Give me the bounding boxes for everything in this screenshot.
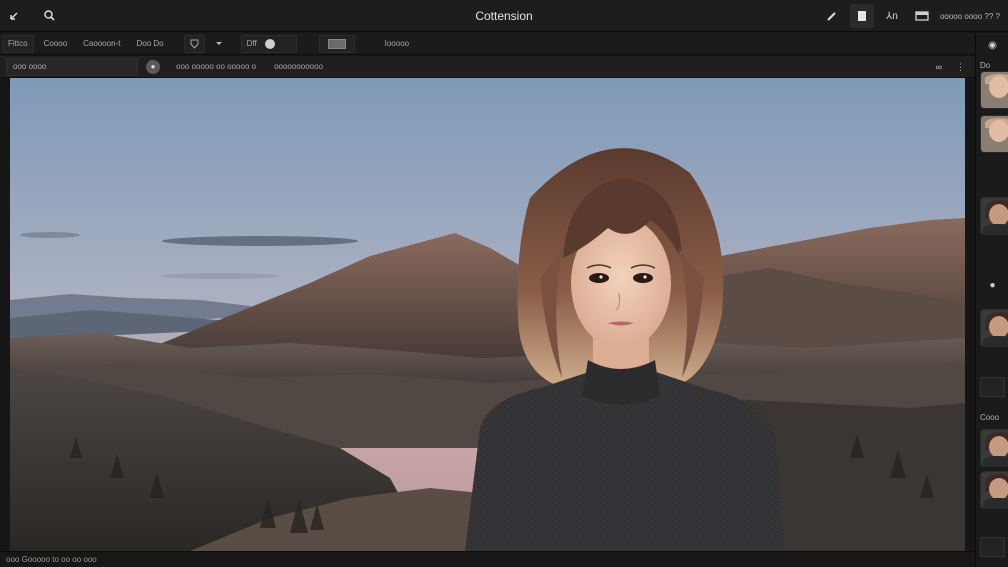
- thumbnail-5[interactable]: [980, 429, 1008, 467]
- viewer-actions: ∞ ⋮: [936, 56, 965, 78]
- toggle-dot-icon[interactable]: [264, 38, 275, 49]
- title-bar: Cottension ⅄n ooooo oooo ?? ?: [0, 0, 1008, 32]
- toolbar-item-4: Dff: [246, 39, 257, 48]
- photo-editor-window: Cottension ⅄n ooooo oooo ?? ? Fittco Coo…: [0, 0, 1008, 567]
- panel-icon[interactable]: [910, 4, 934, 28]
- thumbnail-2[interactable]: [980, 115, 1008, 153]
- toolbar-item-2[interactable]: Caoooon-t: [77, 35, 126, 53]
- thumb-body: [983, 224, 1008, 234]
- toolbar-item-3[interactable]: Doo Do: [131, 35, 170, 53]
- more-icon[interactable]: ⋮: [956, 62, 965, 73]
- slot-icon[interactable]: [980, 377, 1005, 397]
- strip-label-top: Do: [980, 61, 991, 70]
- thumbnail-1[interactable]: [980, 71, 1008, 109]
- thumb-body: [983, 456, 1008, 466]
- slot-icon-bottom[interactable]: [980, 537, 1005, 557]
- thumb-face: [989, 478, 1008, 500]
- image-info: ooo ooooo oo ooooo o: [176, 62, 257, 71]
- thumb-body: [983, 498, 1008, 508]
- dot-icon[interactable]: ●: [980, 275, 1005, 295]
- color-swatch[interactable]: [318, 34, 355, 53]
- photo-artwork: [10, 78, 965, 551]
- title-bar-actions: ⅄n ooooo oooo ?? ?: [820, 0, 1000, 32]
- link-icon[interactable]: ∞: [936, 62, 942, 72]
- thumb-face: [989, 120, 1008, 142]
- status-text: ooo Gooooo to oo oo ooo: [6, 555, 97, 564]
- image-canvas[interactable]: [10, 78, 965, 551]
- viewer-header: ooo oooo ● ooo ooooo oo ooooo o oooooooo…: [0, 56, 975, 78]
- collapse-icon[interactable]: ◉: [980, 35, 1005, 55]
- document-tab[interactable]: ooo oooo: [6, 57, 138, 76]
- toolbar-item-0[interactable]: Fittco: [2, 34, 34, 53]
- thumb-face: [989, 316, 1008, 338]
- back-arrow-icon[interactable]: [0, 1, 30, 31]
- toolbar-item-1[interactable]: Coooo: [38, 35, 74, 53]
- thumb-face: [989, 204, 1008, 226]
- search-icon[interactable]: [34, 1, 64, 31]
- strip-label-mid: Cooo: [980, 413, 1000, 422]
- image-info-secondary: ooooooooooo: [274, 62, 324, 71]
- tool-options-bar: Fittco Coooo Caoooon-t Doo Do Dff Iooooo: [0, 33, 975, 55]
- swatch-icon: [327, 38, 346, 49]
- shield-icon[interactable]: [183, 34, 205, 53]
- thumbnail-6[interactable]: [980, 471, 1008, 509]
- thumbnail-4[interactable]: [980, 309, 1008, 347]
- workspace-label[interactable]: ooooo oooo ?? ?: [940, 12, 1000, 21]
- thumbnail-3[interactable]: [980, 197, 1008, 235]
- thumb-body: [983, 336, 1008, 346]
- right-panel-strip: ◉ Do ● Cooo: [975, 33, 1008, 567]
- thumb-face: [989, 436, 1008, 458]
- toolbar-item-4-group[interactable]: Dff: [240, 34, 297, 53]
- zoom-label[interactable]: Iooooo: [379, 35, 415, 53]
- text-tool-button[interactable]: ⅄n: [880, 4, 904, 28]
- page-icon[interactable]: [849, 4, 874, 28]
- status-bar: ooo Gooooo to oo oo ooo: [0, 551, 975, 567]
- thumb-face: [989, 76, 1008, 98]
- chevron-down-icon[interactable]: [209, 35, 229, 53]
- brush-icon[interactable]: [820, 4, 844, 28]
- globe-icon[interactable]: ●: [146, 59, 160, 74]
